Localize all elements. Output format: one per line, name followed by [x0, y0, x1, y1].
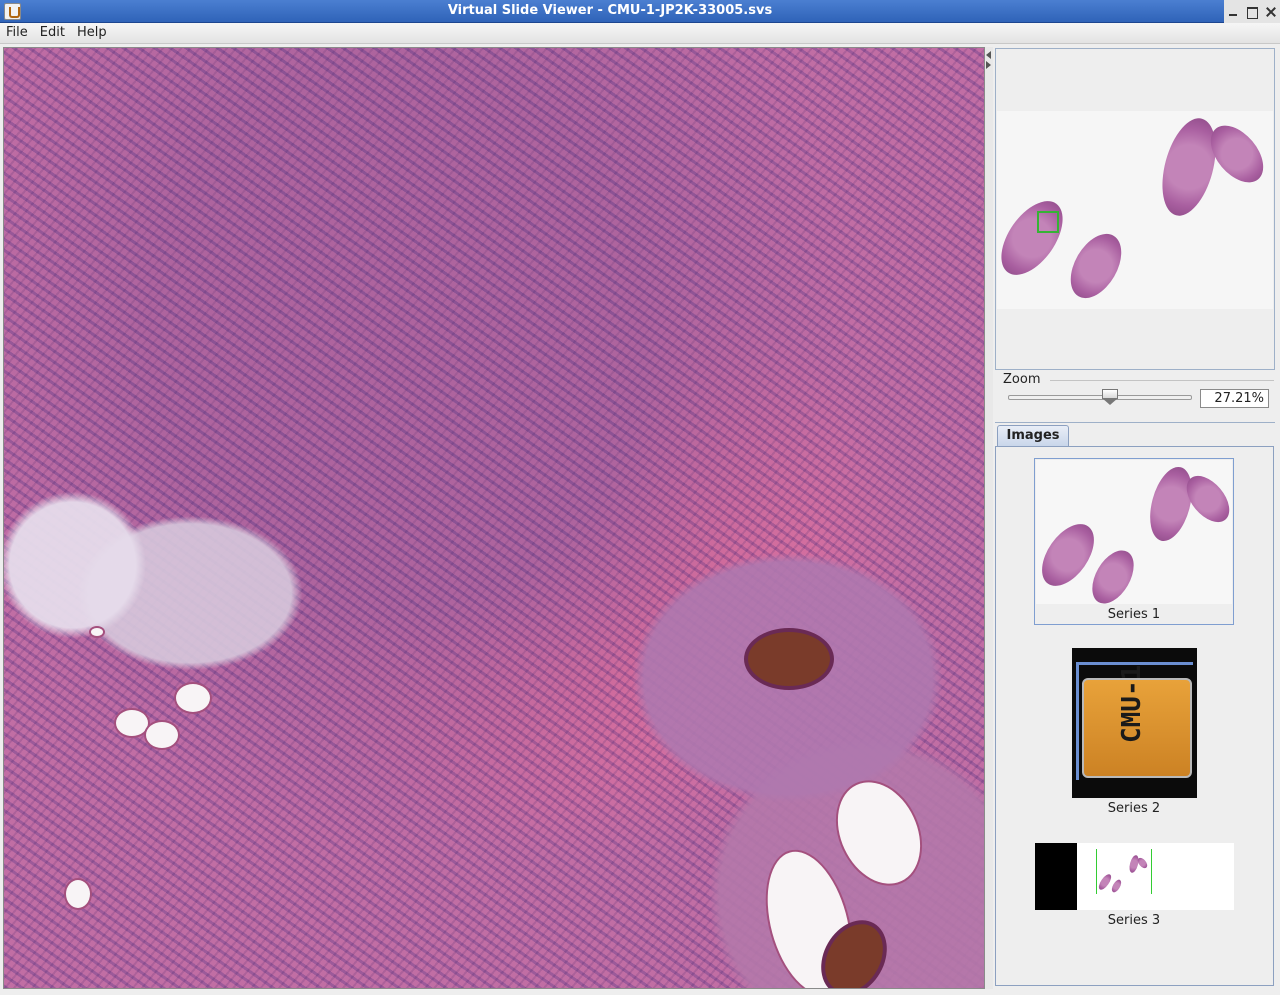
- tissue-duct: [64, 878, 92, 910]
- tissue-section: [989, 190, 1075, 286]
- zoom-group: Zoom 27.21%: [1000, 372, 1274, 412]
- macro-dark-area: [1034, 843, 1077, 910]
- series-label: Series 2: [1107, 801, 1161, 816]
- tissue-duct: [144, 720, 180, 750]
- title-bar: Virtual Slide Viewer - CMU-1-JP2K-33005.…: [0, 0, 1280, 23]
- series-1-thumbnail: [1031, 460, 1238, 611]
- zoom-label: Zoom: [1003, 372, 1041, 387]
- series-2-thumbnail: CMU-1: [1071, 648, 1197, 798]
- window-controls: [1224, 0, 1280, 23]
- slide-viewport[interactable]: [3, 47, 985, 989]
- expand-right-arrow-icon[interactable]: [986, 61, 991, 69]
- tissue-section: [1060, 225, 1132, 307]
- maximize-icon[interactable]: [1245, 5, 1259, 19]
- panel-divider: [995, 422, 1275, 423]
- images-list: Series 1 CMU-1 Series 2 Series 3: [995, 446, 1274, 986]
- series-item-1[interactable]: Series 1: [1031, 458, 1238, 625]
- series-item-3[interactable]: Series 3: [996, 843, 1272, 928]
- menu-file[interactable]: File: [0, 23, 34, 43]
- tissue-duct: [819, 766, 939, 900]
- tissue-duct: [174, 682, 212, 714]
- panel-splitter[interactable]: [985, 47, 993, 989]
- menu-help[interactable]: Help: [71, 23, 113, 43]
- tissue-section: [1135, 856, 1149, 870]
- collapse-left-arrow-icon[interactable]: [986, 51, 991, 59]
- minimize-icon[interactable]: [1226, 5, 1240, 19]
- series-label: Series 1: [1107, 607, 1161, 622]
- tissue-section: [1142, 462, 1200, 546]
- viewport-indicator[interactable]: [1037, 211, 1059, 233]
- series-item-2[interactable]: CMU-1 Series 2: [996, 648, 1272, 816]
- menu-edit[interactable]: Edit: [34, 23, 71, 43]
- series-label: Series 3: [1107, 913, 1161, 928]
- zoom-separator: [1050, 380, 1274, 381]
- window-title: Virtual Slide Viewer - CMU-1-JP2K-33005.…: [447, 3, 773, 18]
- tissue-section: [1096, 872, 1113, 892]
- tissue-duct: [89, 626, 105, 638]
- tab-images[interactable]: Images: [997, 425, 1069, 446]
- series-3-thumbnail: [1034, 843, 1234, 910]
- slide-label-text: CMU-1: [1116, 664, 1147, 743]
- zoom-slider-thumb[interactable]: [1102, 389, 1119, 407]
- macro-marker-line: [1150, 849, 1152, 894]
- overview-panel[interactable]: [989, 48, 1275, 370]
- hair-follicle: [744, 628, 834, 690]
- zoom-value-field[interactable]: 27.21%: [1200, 389, 1269, 408]
- tissue-section: [1109, 878, 1123, 894]
- images-panel: Images Series 1 CMU-1 Series 2 Series 3: [995, 422, 1275, 988]
- tissue-section: [1083, 543, 1143, 611]
- zoom-slider-track[interactable]: [1008, 395, 1192, 400]
- macro-marker-line: [1095, 849, 1097, 894]
- close-icon[interactable]: [1264, 5, 1278, 19]
- menu-bar: File Edit Help: [0, 23, 1280, 44]
- overview-thumbnail[interactable]: [989, 111, 1274, 309]
